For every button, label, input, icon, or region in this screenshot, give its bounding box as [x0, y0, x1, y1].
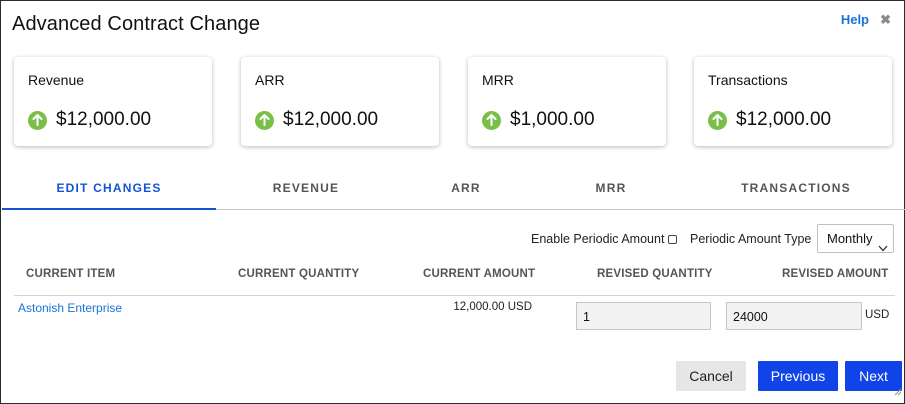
- summary-card-mrr: MRR $1,000.00: [468, 57, 666, 146]
- resize-handle-icon[interactable]: [894, 383, 902, 401]
- previous-button[interactable]: Previous: [758, 361, 838, 391]
- tab-bar: EDIT CHANGES REVENUE ARR MRR TRANSACTION…: [2, 171, 905, 210]
- enable-periodic-amount-label: Enable Periodic Amount: [531, 232, 665, 246]
- summary-card-arr: ARR $12,000.00: [241, 57, 439, 146]
- card-label: MRR: [482, 72, 514, 88]
- periodic-amount-type-label: Periodic Amount Type: [690, 232, 812, 246]
- summary-card-transactions: Transactions $12,000.00: [694, 57, 892, 146]
- tab-mrr[interactable]: MRR: [536, 171, 686, 210]
- tab-revenue[interactable]: REVENUE: [216, 171, 396, 210]
- card-label: Transactions: [708, 72, 788, 88]
- advanced-contract-change-dialog: Advanced Contract Change Help ✖ Revenue …: [0, 0, 905, 404]
- card-value: $12,000.00: [56, 109, 152, 130]
- tab-edit-changes[interactable]: EDIT CHANGES: [2, 171, 216, 210]
- revised-amount-currency: USD: [865, 309, 890, 321]
- column-header-current-item: CURRENT ITEM: [26, 268, 116, 280]
- current-amount-cell: 12,000.00 USD: [453, 301, 532, 313]
- dialog-title: Advanced Contract Change: [12, 13, 261, 35]
- card-value: $1,000.00: [510, 109, 595, 130]
- revised-amount-input[interactable]: 24000: [726, 302, 862, 330]
- column-header-revised-quantity: REVISED QUANTITY: [597, 268, 713, 280]
- help-link[interactable]: Help: [841, 12, 869, 27]
- card-value: $12,000.00: [283, 109, 379, 130]
- tab-transactions[interactable]: TRANSACTIONS: [686, 171, 905, 210]
- chevron-down-icon: [878, 234, 888, 261]
- current-item-link[interactable]: Astonish Enterprise: [18, 301, 122, 315]
- enable-periodic-amount-checkbox[interactable]: [668, 235, 678, 244]
- column-header-current-amount: CURRENT AMOUNT: [423, 268, 536, 280]
- revised-quantity-input[interactable]: 1: [576, 302, 711, 330]
- arrow-up-circle-icon: [28, 110, 47, 130]
- arrow-up-circle-icon: [708, 110, 727, 130]
- summary-card-revenue: Revenue $12,000.00: [14, 57, 212, 146]
- periodic-amount-type-value: Monthly: [827, 231, 873, 246]
- periodic-amount-type-select[interactable]: Monthly: [817, 224, 894, 253]
- card-label: Revenue: [28, 72, 85, 88]
- periodic-amount-type-group: Periodic Amount Type: [690, 225, 811, 253]
- column-header-current-quantity: CURRENT QUANTITY: [238, 268, 360, 280]
- cancel-button[interactable]: Cancel: [676, 361, 746, 391]
- column-header-revised-amount: REVISED AMOUNT: [782, 268, 889, 280]
- enable-periodic-amount-group: Enable Periodic Amount: [531, 225, 678, 253]
- arrow-up-circle-icon: [482, 110, 501, 130]
- tab-arr[interactable]: ARR: [396, 171, 536, 210]
- arrow-up-circle-icon: [255, 110, 274, 130]
- close-icon[interactable]: ✖: [880, 13, 891, 27]
- table-divider: [14, 295, 895, 296]
- card-value: $12,000.00: [736, 109, 832, 130]
- card-label: ARR: [255, 72, 285, 88]
